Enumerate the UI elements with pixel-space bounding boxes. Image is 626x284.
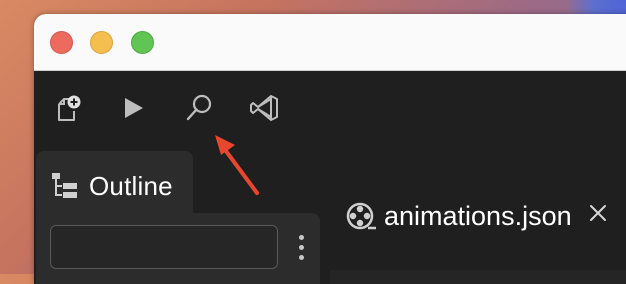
toolbar: [34, 71, 626, 151]
search-button[interactable]: [182, 91, 216, 125]
close-window-button[interactable]: [50, 31, 73, 54]
vscode-button[interactable]: [248, 91, 282, 125]
vscode-icon: [250, 95, 278, 121]
more-actions-button[interactable]: [294, 235, 308, 269]
title-bar: [34, 14, 626, 71]
run-icon: [125, 98, 143, 118]
minimize-window-button[interactable]: [90, 31, 113, 54]
film-reel-icon: [346, 202, 376, 230]
annotation-arrow: [215, 135, 259, 195]
zoom-window-button[interactable]: [131, 31, 154, 54]
new-file-button[interactable]: [50, 91, 84, 125]
outline-panel: [36, 213, 320, 284]
outline-tab-label: Outline: [89, 171, 173, 201]
editor-area: [330, 270, 626, 284]
outline-tree-icon: [52, 173, 77, 198]
close-icon[interactable]: [586, 201, 610, 225]
tab-outline[interactable]: Outline: [36, 151, 193, 215]
more-dots-icon: [298, 235, 304, 240]
app-window: Outline animations.json: [34, 14, 626, 284]
search-icon: [186, 94, 212, 121]
new-file-icon: [58, 95, 81, 121]
editor-tab-label: animations.json: [384, 201, 572, 231]
run-button[interactable]: [116, 91, 150, 125]
outline-filter-input[interactable]: [50, 225, 278, 269]
